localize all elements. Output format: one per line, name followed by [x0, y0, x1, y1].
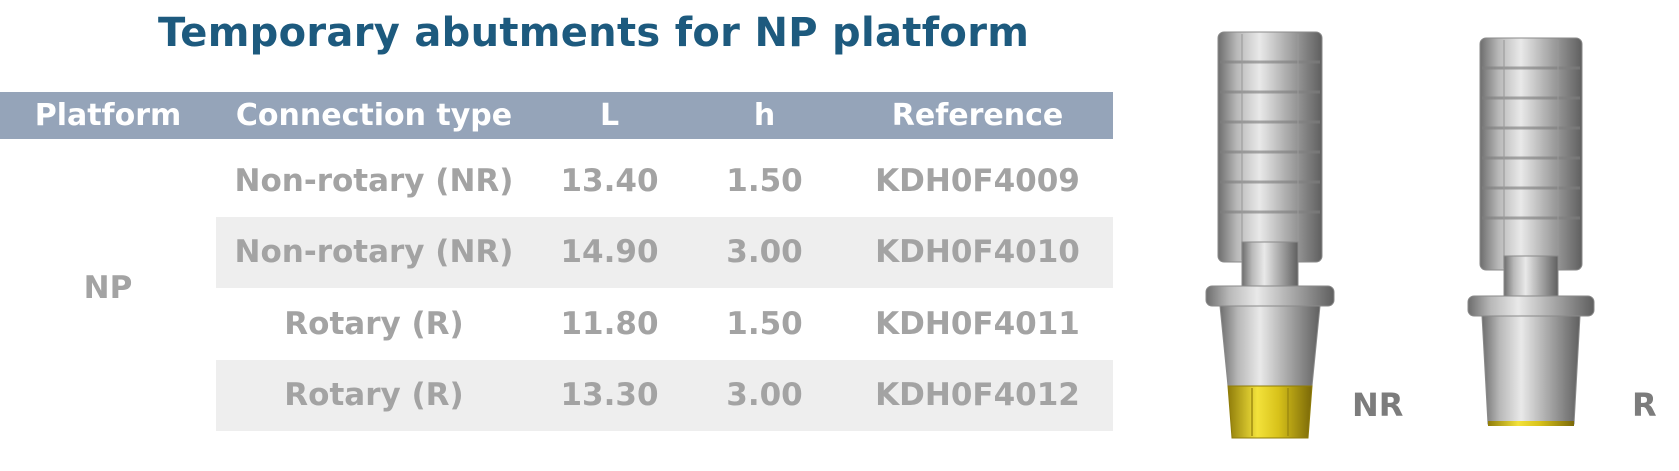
h-cell: 1.50: [726, 162, 803, 199]
reference-cell: KDH0F4010: [875, 234, 1080, 271]
r-label: R: [1632, 386, 1657, 424]
connection-cell: Rotary (R): [284, 305, 464, 342]
reference-cell: KDH0F4009: [875, 162, 1080, 199]
l-cell: 11.80: [560, 305, 659, 342]
table-header: Platform Connection type L h Reference: [0, 92, 1113, 139]
reference-cell: KDH0F4012: [875, 377, 1080, 414]
table-rows: Non-rotary (NR) 13.40 1.50 KDH0F4009 Non…: [216, 145, 1113, 431]
header-connection-type: Connection type: [235, 98, 513, 133]
h-cell: 1.50: [726, 305, 803, 342]
table-body: NP Non-rotary (NR) 13.40 1.50 KDH0F4009 …: [0, 145, 1113, 431]
product-images: NR R: [1180, 20, 1679, 460]
header-l: L: [599, 98, 620, 133]
header-platform: Platform: [34, 98, 182, 133]
table-row: Rotary (R) 13.30 3.00 KDH0F4012: [216, 359, 1113, 431]
page-title: Temporary abutments for NP platform: [158, 10, 1030, 56]
abutment-table: Platform Connection type L h Reference N…: [0, 92, 1113, 431]
table-row: Rotary (R) 11.80 1.50 KDH0F4011: [216, 288, 1113, 360]
reference-cell: KDH0F4011: [875, 305, 1080, 342]
nr-label: NR: [1352, 386, 1404, 424]
connection-cell: Rotary (R): [284, 377, 464, 414]
header-reference: Reference: [891, 98, 1064, 133]
r-abutment-image: [1467, 37, 1595, 426]
abutment-illustrations: [1205, 31, 1595, 439]
table-row: Non-rotary (NR) 13.40 1.50 KDH0F4009: [216, 145, 1113, 217]
connection-cell: Non-rotary (NR): [234, 162, 514, 199]
table-row: Non-rotary (NR) 14.90 3.00 KDH0F4010: [216, 216, 1113, 288]
nr-abutment-image: [1205, 31, 1335, 439]
h-cell: 3.00: [726, 234, 803, 271]
l-cell: 13.40: [560, 162, 659, 199]
connection-cell: Non-rotary (NR): [234, 234, 514, 271]
h-cell: 3.00: [726, 377, 803, 414]
platform-cell: NP: [83, 270, 133, 306]
l-cell: 13.30: [560, 377, 659, 414]
l-cell: 14.90: [560, 234, 659, 271]
header-h: h: [753, 98, 776, 133]
